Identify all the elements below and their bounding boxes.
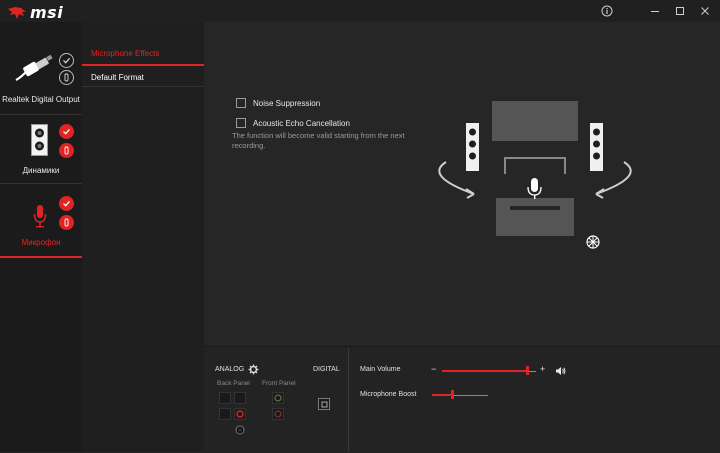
analog-label: ANALOG (215, 366, 245, 373)
slider-thumb[interactable] (526, 366, 529, 375)
default-device-check[interactable] (59, 196, 74, 211)
main-volume-label: Main Volume (360, 366, 401, 373)
speaker-volume-icon[interactable] (555, 366, 566, 376)
microphone-boost-label: Microphone Boost (360, 391, 417, 398)
close-button[interactable] (695, 1, 715, 21)
echo-cancellation-checkbox[interactable] (236, 118, 246, 128)
close-icon (701, 7, 709, 15)
noise-suppression-option[interactable]: Noise Suppression (236, 98, 320, 108)
gear-icon[interactable] (248, 364, 259, 375)
active-tab-underline (82, 64, 204, 66)
echo-cancellation-label: Acoustic Echo Cancellation (253, 118, 350, 128)
optical-port-icon (321, 401, 327, 407)
tab-microphone-effects[interactable]: Microphone Effects (91, 49, 159, 58)
back-jack-5[interactable] (234, 424, 246, 436)
default-device-check[interactable] (59, 53, 74, 68)
volume-plus-button[interactable]: + (540, 364, 545, 374)
back-jack-4[interactable] (234, 408, 246, 420)
main-volume-slider[interactable] (442, 366, 536, 376)
back-jack-2[interactable] (234, 392, 246, 404)
info-icon (601, 5, 613, 17)
back-jack-3[interactable] (219, 408, 231, 420)
back-jack-1[interactable] (219, 392, 231, 404)
divider (348, 348, 349, 452)
jack-ring-icon (236, 410, 244, 418)
default-communication-toggle[interactable] (59, 70, 74, 85)
front-jack-1[interactable] (272, 392, 284, 404)
check-icon (63, 128, 70, 135)
default-communication-toggle[interactable] (59, 143, 74, 158)
microphone-icon (33, 205, 47, 228)
minimize-button[interactable] (645, 1, 665, 21)
phone-icon (64, 146, 69, 155)
effects-note: The function will become valid starting … (232, 131, 405, 150)
front-jack-2[interactable] (272, 408, 284, 420)
device-item-digital-output[interactable]: Realtek Digital Output (0, 22, 82, 114)
default-communication-toggle[interactable] (59, 215, 74, 230)
divider (82, 86, 204, 87)
check-icon (63, 57, 70, 64)
jack-ring-icon (274, 410, 282, 418)
maximize-button[interactable] (670, 1, 690, 21)
optical-cable-icon (15, 54, 53, 81)
maximize-icon (676, 7, 684, 15)
logo-text: msi (30, 3, 64, 22)
device-label: Realtek Digital Output (2, 95, 80, 104)
echo-cancellation-option[interactable]: Acoustic Echo Cancellation (236, 118, 350, 128)
digital-label: DIGITAL (313, 366, 340, 373)
slider-fill (432, 394, 452, 396)
jack-ring-icon (235, 425, 245, 435)
default-device-check[interactable] (59, 124, 74, 139)
active-device-underline (0, 256, 82, 258)
sub-navigation: Microphone Effects Default Format (82, 22, 204, 452)
device-item-microphone[interactable]: Микрофон (0, 184, 82, 256)
slider-thumb[interactable] (451, 390, 454, 399)
phone-icon (64, 218, 69, 227)
title-bar: msi (0, 0, 720, 22)
back-panel-label: Back Panel (217, 380, 250, 387)
slider-fill (442, 370, 527, 372)
digital-optical-jack[interactable] (318, 398, 330, 410)
speaker-icon (31, 124, 48, 156)
device-item-speakers[interactable]: Динамики (0, 115, 82, 183)
device-sidebar: Realtek Digital Output Динамики Микрофон (0, 22, 82, 452)
tab-default-format[interactable]: Default Format (91, 73, 144, 82)
device-label: Динамики (22, 166, 60, 175)
microphone-boost-slider[interactable] (432, 390, 488, 400)
check-icon (63, 200, 70, 207)
phone-icon (64, 73, 69, 82)
device-label: Микрофон (21, 238, 61, 247)
info-button[interactable] (597, 1, 617, 21)
front-panel-label: Front Panel (262, 380, 296, 387)
minimize-icon (651, 11, 659, 12)
jack-ring-icon (274, 394, 282, 402)
noise-suppression-label: Noise Suppression (253, 98, 321, 108)
dragon-icon (8, 6, 26, 19)
room-illustration (438, 101, 632, 249)
msi-logo: msi (7, 3, 63, 22)
volume-minus-button[interactable]: − (431, 364, 436, 374)
noise-suppression-checkbox[interactable] (236, 98, 246, 108)
